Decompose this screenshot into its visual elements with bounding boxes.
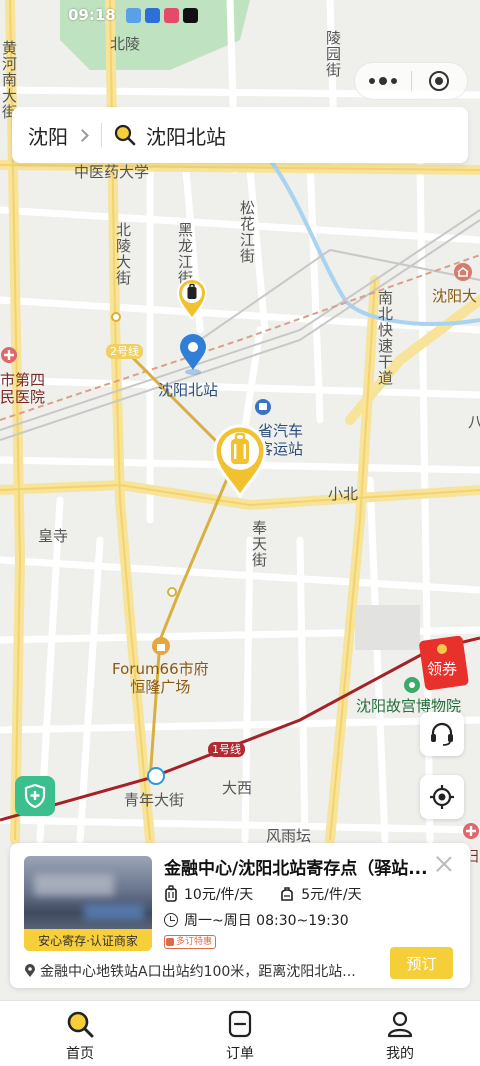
store-title[interactable]: 金融中心/沈阳北站寄存点（驿站... (164, 854, 434, 879)
customer-service-button[interactable] (420, 712, 464, 756)
map-label: 沈阳大 (432, 287, 478, 305)
tab-profile[interactable]: 我的 (320, 1001, 480, 1066)
map-label: 皇寺 (38, 527, 69, 545)
red-envelope-icon: 领券 (419, 635, 469, 691)
tab-orders[interactable]: 订单 (160, 1001, 320, 1066)
status-bar: 09:18 (0, 0, 480, 30)
status-time: 09:18 (68, 6, 116, 24)
map-label: 黑龙江街 (176, 222, 194, 286)
promo-tag: 多订特惠 (164, 935, 217, 949)
tab-label: 订单 (226, 1046, 254, 1062)
store-address: 金融中心地铁站A口出站约100米，距离沈阳北站... (40, 964, 356, 980)
app-notification-icon (163, 7, 179, 23)
safety-guarantee-button[interactable] (15, 776, 55, 816)
target-close-icon (429, 71, 450, 91)
map-label: 小北 (328, 485, 359, 503)
map-label: 八 (468, 413, 480, 431)
location-pin-icon (25, 964, 35, 977)
promo-text: 多订特惠 (176, 937, 213, 947)
headset-icon (431, 722, 453, 746)
app-notification-icon (125, 7, 141, 23)
hospital-icon (1, 347, 17, 363)
current-location-marker (180, 334, 206, 375)
selected-luggage-marker[interactable] (212, 424, 268, 498)
small-item-price: 5元/件/天 (301, 887, 362, 903)
map-label: 北陵大街 (114, 222, 132, 286)
search-icon (67, 1011, 94, 1038)
bag-icon (281, 887, 294, 901)
address-row: 金融中心地铁站A口出站约100米，距离沈阳北站... (24, 961, 374, 981)
map-label: 中医药大学 (74, 163, 150, 181)
metro-line-1-label: 1号线 (208, 742, 245, 757)
map-label: 南北快速干道 (376, 290, 394, 386)
price-row: 10元/件/天 5元/件/天 (164, 884, 362, 904)
tag-icon (166, 938, 174, 946)
opening-hours: 周一~周日 08:30~19:30 (184, 913, 349, 929)
map-label: 青年大街 (124, 791, 185, 809)
hours-row: 周一~周日 08:30~19:30 (164, 910, 349, 930)
tab-home[interactable]: 首页 (0, 1001, 160, 1066)
large-item-price: 10元/件/天 (184, 887, 254, 903)
book-button[interactable]: 预订 (390, 947, 453, 979)
map-label: 沈阳北站 (158, 381, 219, 399)
profile-icon (387, 1011, 413, 1038)
hospital-icon (463, 823, 479, 839)
shopping-mall-icon (152, 637, 170, 655)
university-icon (454, 263, 472, 281)
map-label: 松花江街 (238, 200, 256, 264)
tiktok-icon (182, 7, 198, 23)
clock-icon (164, 913, 178, 927)
city-selector[interactable]: 沈阳 (28, 121, 68, 150)
divider (101, 123, 102, 147)
coupon-button[interactable]: 领券 (418, 635, 470, 692)
luggage-marker-small[interactable] (176, 278, 208, 320)
tab-label: 首页 (66, 1046, 94, 1062)
suitcase-icon (165, 885, 177, 902)
coupon-label: 领券 (427, 660, 457, 678)
close-miniprogram-button[interactable] (411, 71, 467, 91)
more-menu-button[interactable] (355, 76, 411, 85)
map-label: 市第四 民医院 (0, 371, 46, 406)
storage-point-card[interactable]: 安心寄存·认证商家 金融中心/沈阳北站寄存点（驿站... 10元/件/天 5元/… (10, 843, 470, 988)
map-label: 北陵 (110, 35, 141, 53)
tab-label: 我的 (386, 1046, 414, 1062)
certified-merchant-badge: 安心寄存·认证商家 (24, 929, 152, 951)
chevron-right-icon[interactable] (76, 128, 89, 142)
map-label: 奉天街 (250, 520, 268, 568)
app-notification-icon (144, 7, 160, 23)
shield-plus-icon (24, 783, 46, 809)
search-icon[interactable] (114, 124, 136, 146)
bottom-tab-bar: 首页 订单 我的 (0, 1000, 480, 1066)
map-label: 陵园街 (324, 30, 342, 78)
locate-me-button[interactable] (420, 775, 464, 819)
store-photo[interactable]: 安心寄存·认证商家 (24, 856, 152, 951)
miniprogram-capsule (354, 62, 468, 100)
search-input[interactable]: 沈阳北站 (146, 121, 226, 150)
map-label: 大西 (222, 779, 253, 797)
status-notification-icons (125, 7, 198, 23)
crosshair-icon (430, 785, 454, 809)
map-label: Forum66市府 恒隆广场 (112, 660, 209, 696)
metro-line-2-label: 2号线 (106, 344, 143, 359)
search-bar: 沈阳 沈阳北站 (12, 107, 468, 163)
bus-station-icon (255, 399, 271, 415)
order-icon (228, 1010, 252, 1038)
close-card-icon[interactable] (435, 855, 453, 873)
